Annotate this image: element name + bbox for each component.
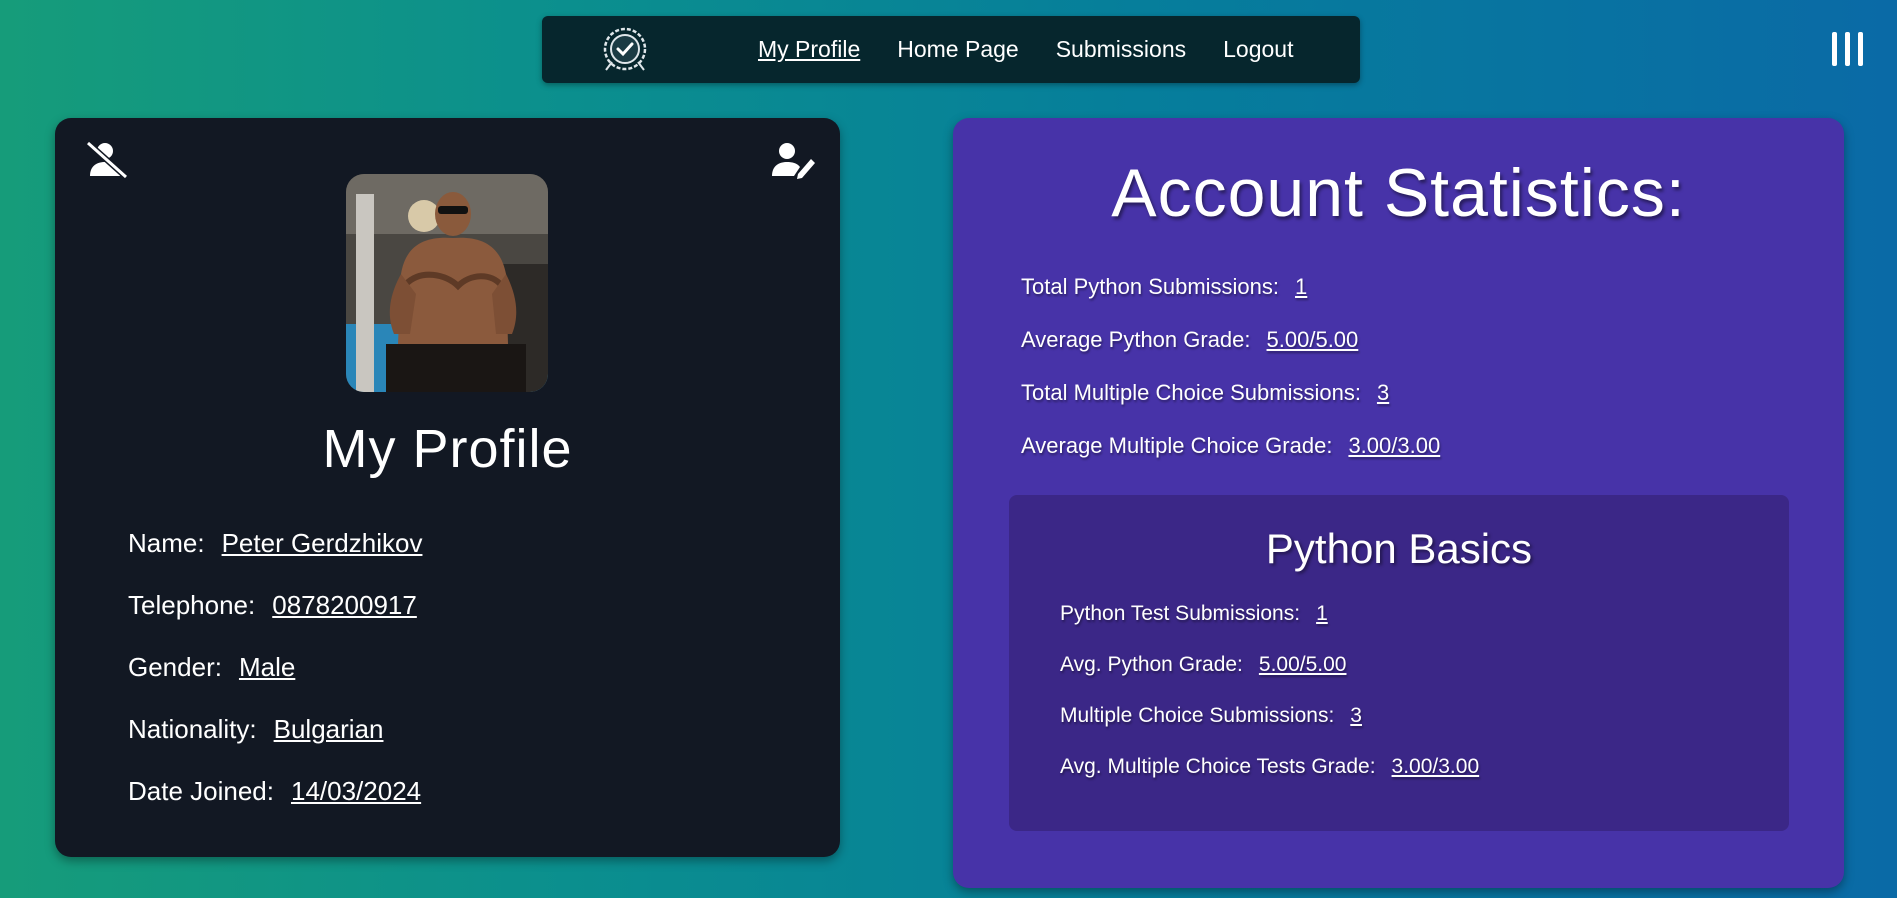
nav-links: My Profile Home Page Submissions Logout bbox=[758, 16, 1293, 83]
basics-avg-multiple-choice-grade: Avg. Multiple Choice Tests Grade: 3.00/3… bbox=[1060, 755, 1479, 806]
stat-label: Total Multiple Choice Submissions: bbox=[1021, 380, 1361, 405]
profile-card: My Profile Name: Peter Gerdzhikov Teleph… bbox=[55, 118, 840, 857]
name-value[interactable]: Peter Gerdzhikov bbox=[222, 528, 423, 590]
stat-label: Python Test Submissions: bbox=[1060, 602, 1301, 625]
stats-list: Total Python Submissions: 1 Average Pyth… bbox=[1021, 274, 1440, 486]
user-slash-icon[interactable] bbox=[85, 140, 129, 180]
vertical-bars-menu-icon[interactable] bbox=[1832, 32, 1864, 66]
profile-field-date-joined: Date Joined: 14/03/2024 bbox=[128, 776, 422, 838]
field-label: Name: bbox=[128, 528, 205, 558]
python-basics-title: Python Basics bbox=[1265, 525, 1533, 572]
stat-label: Average Multiple Choice Grade: bbox=[1021, 433, 1333, 458]
profile-field-telephone: Telephone: 0878200917 bbox=[128, 590, 422, 652]
profile-field-name: Name: Peter Gerdzhikov bbox=[128, 528, 422, 590]
basics-avg-python-grade: Avg. Python Grade: 5.00/5.00 bbox=[1060, 653, 1479, 704]
field-label: Date Joined: bbox=[128, 776, 274, 806]
user-pen-icon[interactable] bbox=[771, 140, 815, 180]
python-basics-panel: Python Basics Python Test Submissions: 1… bbox=[1009, 495, 1789, 831]
field-label: Gender: bbox=[128, 652, 222, 682]
nav-link-my-profile[interactable]: My Profile bbox=[758, 36, 860, 63]
stats-title: Account Statistics: bbox=[1111, 155, 1686, 231]
stat-value[interactable]: 1 bbox=[1295, 274, 1307, 327]
stat-label: Average Python Grade: bbox=[1021, 327, 1251, 352]
stat-value[interactable]: 3.00/3.00 bbox=[1392, 755, 1480, 806]
stat-value[interactable]: 3 bbox=[1377, 380, 1389, 433]
profile-title: My Profile bbox=[322, 419, 573, 479]
gender-value[interactable]: Male bbox=[239, 652, 295, 714]
stat-label: Avg. Multiple Choice Tests Grade: bbox=[1060, 755, 1376, 778]
stat-total-multiple-choice-submissions: Total Multiple Choice Submissions: 3 bbox=[1021, 380, 1440, 433]
account-statistics-card: Account Statistics: Total Python Submiss… bbox=[953, 118, 1844, 888]
field-label: Telephone: bbox=[128, 590, 256, 620]
python-basics-list: Python Test Submissions: 1 Avg. Python G… bbox=[1060, 602, 1479, 806]
basics-multiple-choice-submissions: Multiple Choice Submissions: 3 bbox=[1060, 704, 1479, 755]
telephone-value[interactable]: 0878200917 bbox=[272, 590, 417, 652]
nav-link-home-page[interactable]: Home Page bbox=[897, 36, 1018, 63]
top-navbar: My Profile Home Page Submissions Logout bbox=[542, 16, 1360, 83]
stat-value[interactable]: 1 bbox=[1316, 602, 1328, 653]
date-joined-value[interactable]: 14/03/2024 bbox=[291, 776, 421, 838]
profile-fields: Name: Peter Gerdzhikov Telephone: 087820… bbox=[128, 528, 422, 838]
stat-label: Multiple Choice Submissions: bbox=[1060, 704, 1335, 727]
quiz-badge-logo-icon[interactable] bbox=[600, 24, 650, 74]
stat-value[interactable]: 3 bbox=[1350, 704, 1362, 755]
stat-value[interactable]: 5.00/5.00 bbox=[1267, 327, 1359, 380]
stat-average-python-grade: Average Python Grade: 5.00/5.00 bbox=[1021, 327, 1440, 380]
stat-average-multiple-choice-grade: Average Multiple Choice Grade: 3.00/3.00 bbox=[1021, 433, 1440, 486]
field-label: Nationality: bbox=[128, 714, 257, 744]
profile-field-gender: Gender: Male bbox=[128, 652, 422, 714]
avatar bbox=[346, 174, 548, 392]
stat-value[interactable]: 5.00/5.00 bbox=[1259, 653, 1347, 704]
nationality-value[interactable]: Bulgarian bbox=[274, 714, 384, 776]
stat-label: Total Python Submissions: bbox=[1021, 274, 1280, 299]
nav-link-submissions[interactable]: Submissions bbox=[1056, 36, 1186, 63]
stat-label: Avg. Python Grade: bbox=[1060, 653, 1243, 676]
basics-python-test-submissions: Python Test Submissions: 1 bbox=[1060, 602, 1479, 653]
nav-link-logout[interactable]: Logout bbox=[1223, 36, 1293, 63]
profile-field-nationality: Nationality: Bulgarian bbox=[128, 714, 422, 776]
stat-total-python-submissions: Total Python Submissions: 1 bbox=[1021, 274, 1440, 327]
stat-value[interactable]: 3.00/3.00 bbox=[1348, 433, 1440, 486]
